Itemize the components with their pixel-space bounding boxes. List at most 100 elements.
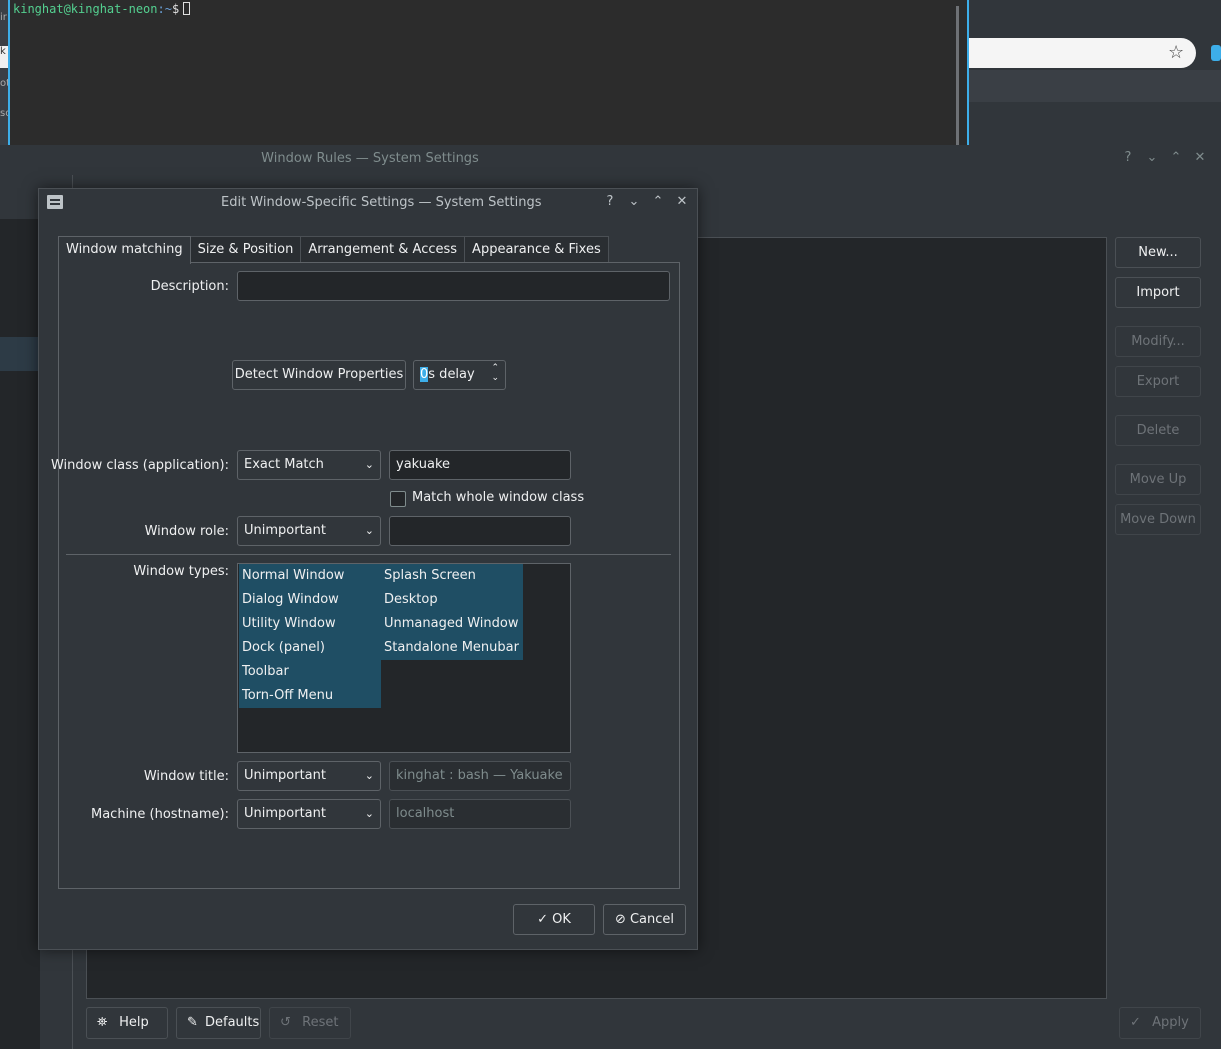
terminal-path: :~ <box>157 2 172 16</box>
chevron-down-icon: ⌄ <box>364 524 374 537</box>
list-item[interactable]: Dock (panel) <box>239 636 381 660</box>
tab-appearance-fixes[interactable]: Appearance & Fixes <box>464 236 609 263</box>
tab-bar: Window matching Size & Position Arrangem… <box>58 236 609 264</box>
window-role-match-value: Unimportant <box>244 523 326 538</box>
tab-window-matching[interactable]: Window matching <box>58 236 191 264</box>
defaults-button[interactable]: ✎ Defaults <box>176 1007 261 1039</box>
browser-address-bar[interactable] <box>968 38 1196 68</box>
machine-match-combo[interactable]: Unimportant ⌄ <box>237 799 381 829</box>
import-button[interactable]: Import <box>1115 277 1201 308</box>
window-role-label: Window role: <box>144 524 229 539</box>
delay-suffix: s delay <box>428 367 475 382</box>
help-lifebuoy-icon: ⛯ <box>97 1015 108 1030</box>
defaults-icon: ✎ <box>187 1015 198 1030</box>
window-class-label: Window class (application): <box>50 458 229 473</box>
window-role-input[interactable] <box>389 516 571 546</box>
dialog-title: Edit Window-Specific Settings — System S… <box>221 195 542 210</box>
apply-check-icon: ✓ <box>1130 1015 1141 1030</box>
move-down-button[interactable]: Move Down <box>1115 504 1201 535</box>
list-item[interactable]: Torn-Off Menu <box>239 684 381 708</box>
reset-button-label: Reset <box>302 1015 339 1030</box>
match-whole-class-label[interactable]: Match whole window class <box>412 490 584 505</box>
help-button-label: Help <box>119 1015 149 1030</box>
export-button[interactable]: Export <box>1115 366 1201 397</box>
window-class-match-combo[interactable]: Exact Match ⌄ <box>237 450 381 480</box>
machine-label: Machine (hostname): <box>90 807 229 822</box>
window-controls: ? ⌄ ⌃ ✕ <box>1121 150 1207 165</box>
terminal-prompt: kinghat@kinghat-neon:~$ <box>13 2 191 16</box>
tab-arrangement-access[interactable]: Arrangement & Access <box>300 236 466 263</box>
list-item[interactable]: Toolbar <box>239 660 381 684</box>
apply-button[interactable]: ✓ Apply <box>1119 1007 1201 1039</box>
window-title-input[interactable]: kinghat : bash — Yakuake <box>389 761 571 791</box>
ok-button-label: OK <box>552 912 571 927</box>
description-label: Description: <box>150 279 229 294</box>
sidebar-selected-item[interactable] <box>0 337 40 371</box>
browser-extension-icon[interactable] <box>1211 45 1221 61</box>
ok-button[interactable]: ✓ OK <box>513 904 595 935</box>
chevron-down-icon: ⌄ <box>364 807 374 820</box>
check-icon: ✓ <box>537 912 553 927</box>
terminal-prompt-symbol: $ <box>171 2 180 16</box>
list-item[interactable]: Normal Window <box>239 564 381 588</box>
delay-spinbox[interactable]: 0s delay ⌃ ⌄ <box>413 360 506 390</box>
delete-button[interactable]: Delete <box>1115 415 1201 446</box>
maximize-icon[interactable]: ⌃ <box>1169 150 1183 165</box>
tab-size-position[interactable]: Size & Position <box>189 236 302 263</box>
dialog-window-controls: ? ⌄ ⌃ ✕ <box>603 194 689 209</box>
chevron-down-icon: ⌄ <box>364 769 374 782</box>
close-icon[interactable]: ✕ <box>1193 150 1207 165</box>
match-whole-class-checkbox[interactable] <box>390 491 406 507</box>
machine-input[interactable]: localhost <box>389 799 571 829</box>
yakuake-terminal[interactable]: kinghat@kinghat-neon:~$ <box>8 0 969 145</box>
dialog-titlebar: Edit Window-Specific Settings — System S… <box>39 189 699 217</box>
detect-window-properties-button[interactable]: Detect Window Properties <box>232 360 406 390</box>
background-browser-window: ☆ <box>968 0 1221 145</box>
terminal-user-host: kinghat@kinghat-neon <box>13 2 158 16</box>
help-button[interactable]: ⛯ Help <box>86 1007 168 1039</box>
settings-sidebar <box>0 219 40 1049</box>
minimize-icon[interactable]: ⌄ <box>1145 150 1159 165</box>
window-title-match-value: Unimportant <box>244 768 326 783</box>
help-icon[interactable]: ? <box>603 194 617 209</box>
separator <box>66 554 671 555</box>
list-item[interactable]: Desktop <box>381 588 523 612</box>
close-icon[interactable]: ✕ <box>675 194 689 209</box>
window-class-input[interactable]: yakuake <box>389 450 571 480</box>
cancel-button[interactable]: ⊘ Cancel <box>603 904 686 935</box>
list-item[interactable]: Standalone Menubar <box>381 636 523 660</box>
window-title: Window Rules — System Settings <box>261 151 479 166</box>
window-role-match-combo[interactable]: Unimportant ⌄ <box>237 516 381 546</box>
browser-toolbar <box>968 70 1221 102</box>
window-title-match-combo[interactable]: Unimportant ⌄ <box>237 761 381 791</box>
description-input[interactable] <box>237 271 670 301</box>
help-icon[interactable]: ? <box>1121 150 1135 165</box>
defaults-button-label: Defaults <box>205 1015 260 1030</box>
reset-button[interactable]: ↺ Reset <box>269 1007 351 1039</box>
list-item[interactable]: Utility Window <box>239 612 381 636</box>
edit-window-settings-dialog: Edit Window-Specific Settings — System S… <box>38 188 698 950</box>
machine-match-value: Unimportant <box>244 806 326 821</box>
window-types-label: Window types: <box>133 564 229 579</box>
window-types-list[interactable]: Normal Window Dialog Window Utility Wind… <box>237 563 571 753</box>
window-title-label: Window title: <box>143 769 229 784</box>
spin-arrows-icon[interactable]: ⌃ ⌄ <box>491 363 499 383</box>
apply-button-label: Apply <box>1152 1015 1189 1030</box>
terminal-scrollbar[interactable] <box>956 6 959 145</box>
cancel-button-label: Cancel <box>629 912 675 927</box>
bookmark-star-icon[interactable]: ☆ <box>1168 42 1184 63</box>
list-item[interactable]: Dialog Window <box>239 588 381 612</box>
reset-icon: ↺ <box>280 1015 291 1030</box>
new-button[interactable]: New... <box>1115 237 1201 268</box>
list-item[interactable]: Splash Screen <box>381 564 523 588</box>
maximize-icon[interactable]: ⌃ <box>651 194 665 209</box>
window-menu-icon[interactable] <box>47 195 63 209</box>
move-up-button[interactable]: Move Up <box>1115 464 1201 495</box>
minimize-icon[interactable]: ⌄ <box>627 194 641 209</box>
modify-button[interactable]: Modify... <box>1115 326 1201 357</box>
chevron-down-icon: ⌄ <box>364 458 374 471</box>
window-class-match-value: Exact Match <box>244 457 324 472</box>
list-item[interactable]: Unmanaged Window <box>381 612 523 636</box>
cancel-icon: ⊘ <box>614 912 630 927</box>
terminal-cursor <box>183 2 191 15</box>
